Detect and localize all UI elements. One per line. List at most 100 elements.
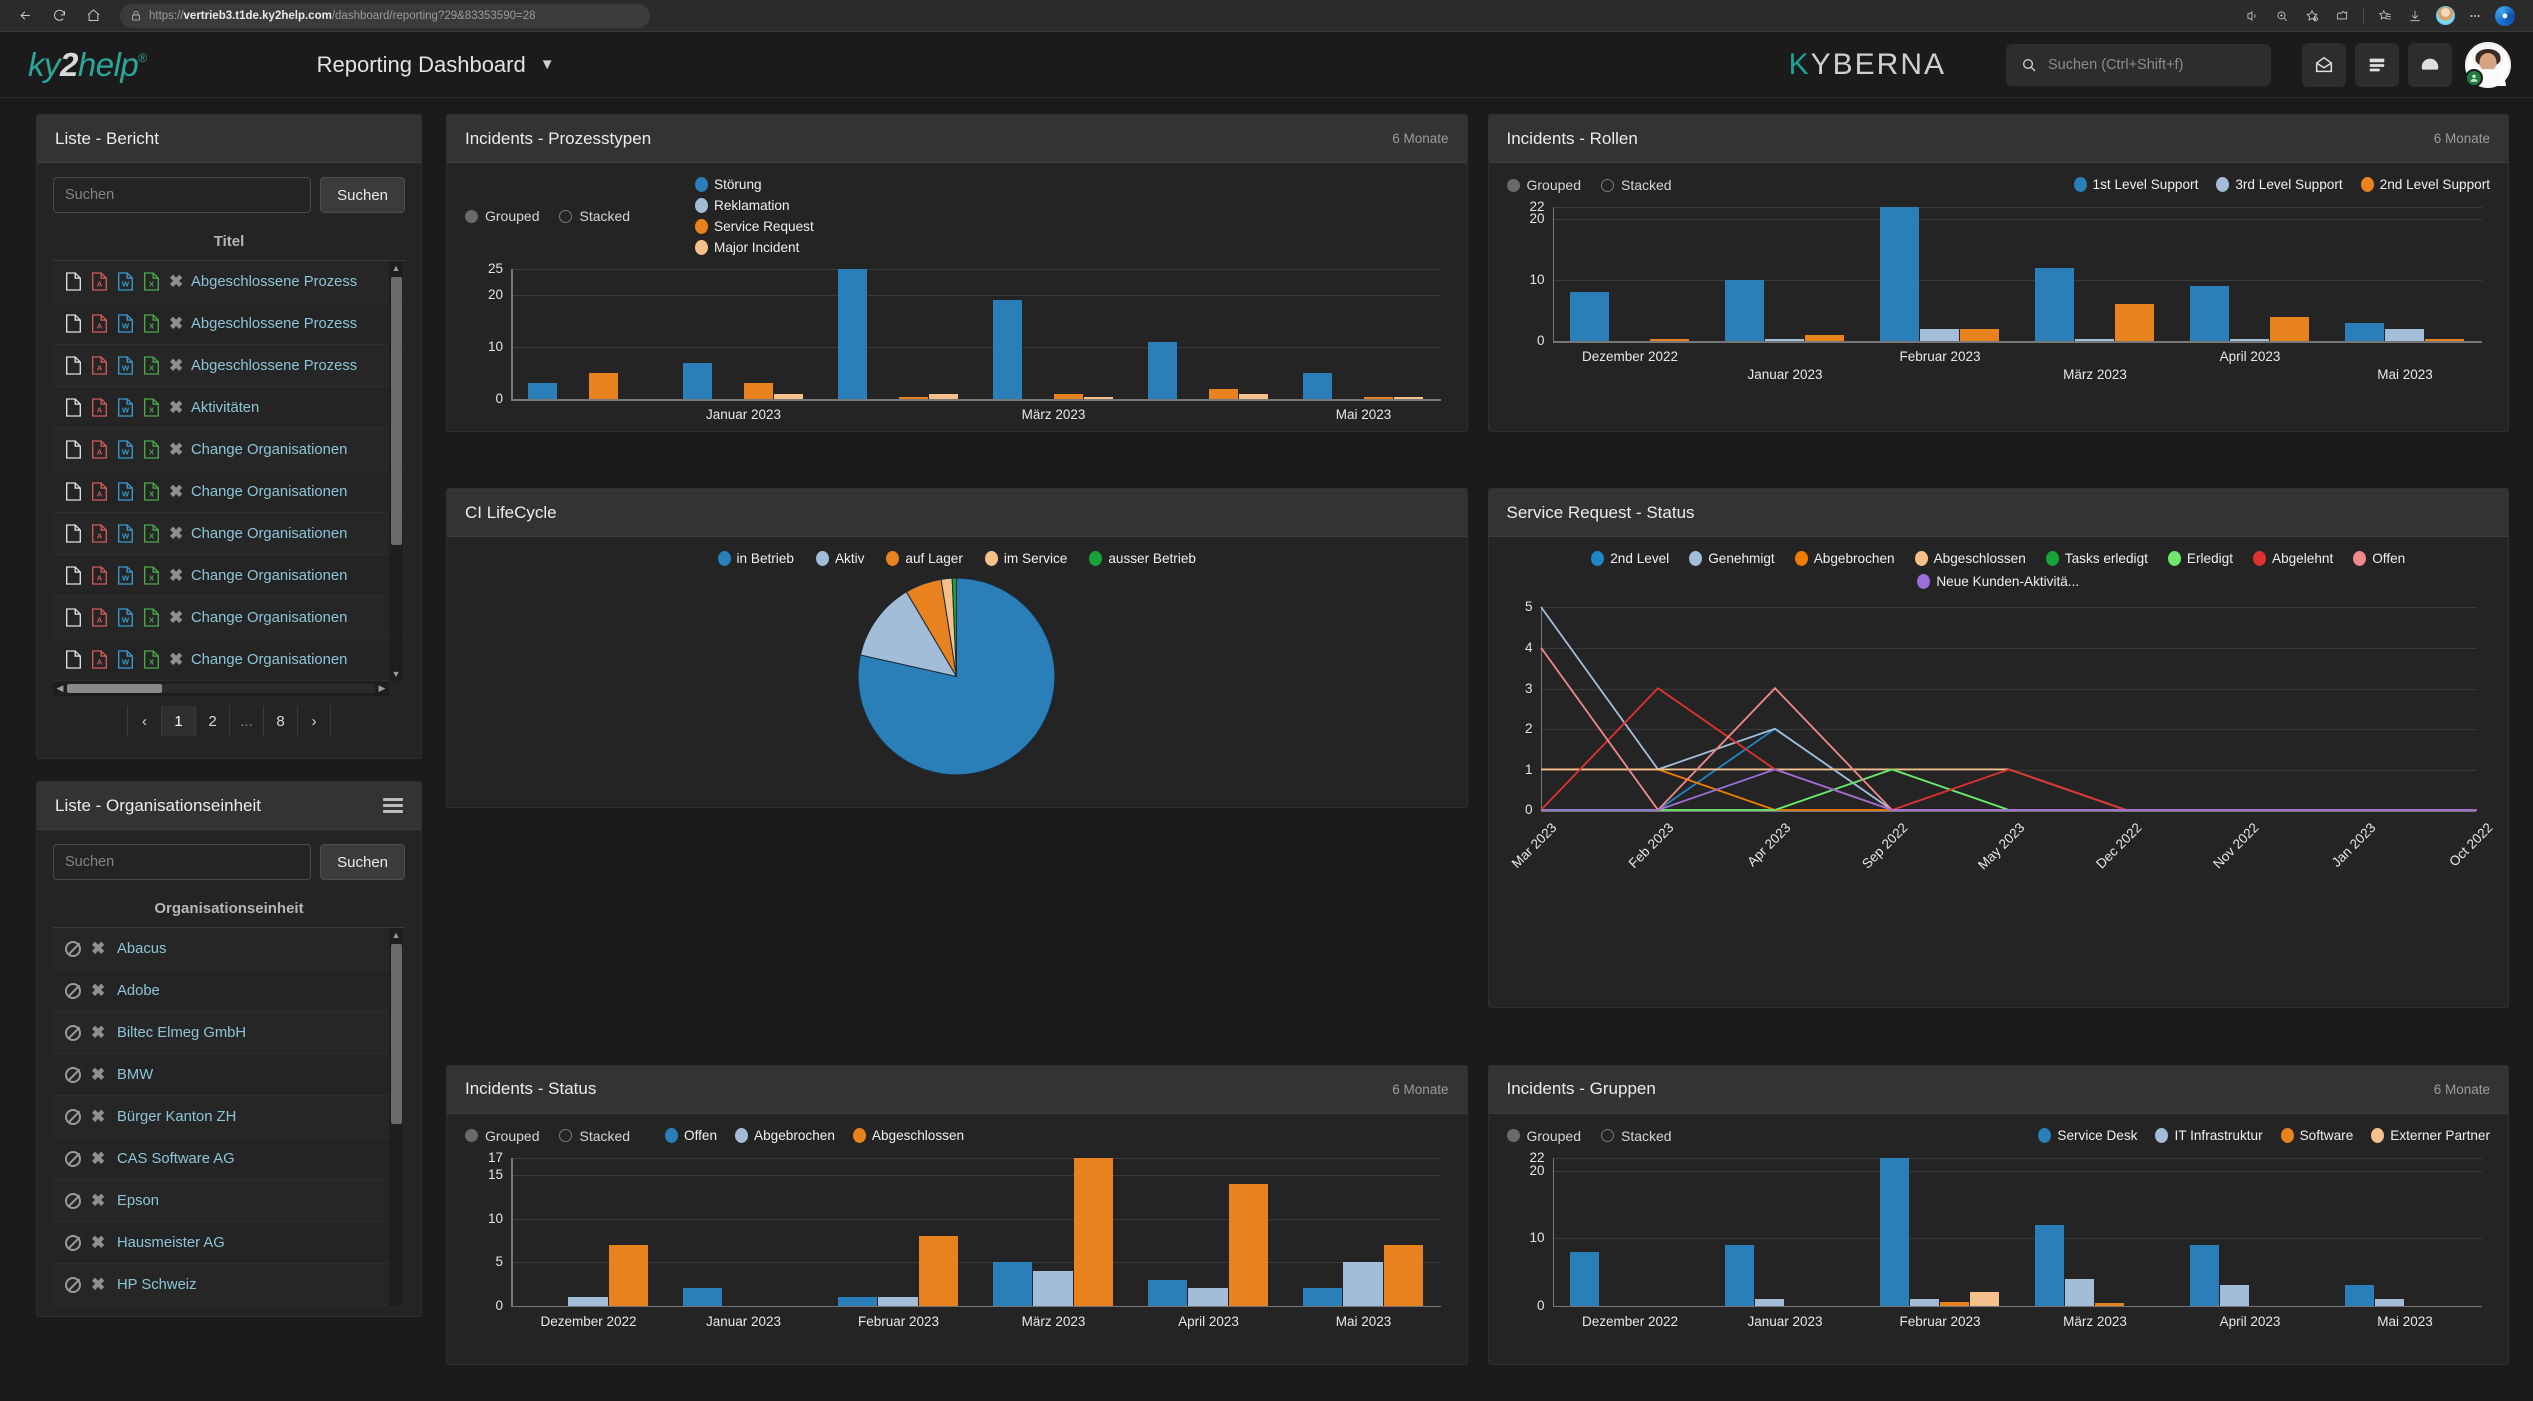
block-icon[interactable] (65, 1235, 81, 1251)
radio-stacked[interactable]: Stacked (559, 1128, 630, 1144)
bar[interactable] (2035, 268, 2074, 341)
word-icon[interactable]: W (117, 440, 134, 459)
lifecycle-pie-chart[interactable] (854, 574, 1059, 779)
bar[interactable] (899, 397, 928, 399)
list-item-label[interactable]: Abacus (117, 941, 166, 957)
block-icon[interactable] (65, 941, 81, 957)
legend-item[interactable]: Offen (2353, 551, 2405, 566)
file-icon[interactable] (65, 566, 82, 585)
list-menu-icon[interactable] (383, 798, 403, 813)
bar[interactable] (2220, 1285, 2249, 1305)
bar[interactable] (1074, 1158, 1113, 1306)
file-icon[interactable] (65, 482, 82, 501)
bar[interactable] (1148, 1280, 1187, 1306)
row-title[interactable]: Change Organisationen (191, 652, 347, 668)
delete-icon[interactable]: ✖ (169, 525, 183, 542)
word-icon[interactable]: W (117, 608, 134, 627)
delete-icon[interactable]: ✖ (169, 315, 183, 332)
bar[interactable] (1960, 329, 1999, 341)
scroll-right-arrow-icon[interactable]: ▶ (375, 683, 389, 694)
bar[interactable] (2065, 1279, 2094, 1306)
block-icon[interactable] (65, 1025, 81, 1041)
list-item[interactable]: ✖ CAS Software AG (53, 1138, 405, 1180)
list-item-label[interactable]: Hausmeister AG (117, 1235, 225, 1251)
block-icon[interactable] (65, 1109, 81, 1125)
excel-icon[interactable]: X (143, 398, 160, 417)
bar[interactable] (929, 394, 958, 399)
line-series[interactable] (1541, 770, 2477, 811)
block-icon[interactable] (65, 983, 81, 999)
legend-item[interactable]: Offen (665, 1128, 717, 1143)
word-icon[interactable]: W (117, 272, 134, 291)
word-icon[interactable]: W (117, 314, 134, 333)
pdf-icon[interactable]: A (91, 272, 108, 291)
bar[interactable] (1880, 1158, 1909, 1306)
downloads-icon[interactable] (2401, 3, 2429, 29)
line-series[interactable] (1541, 770, 2477, 811)
bar[interactable] (2385, 329, 2424, 341)
list-item-label[interactable]: CAS Software AG (117, 1151, 235, 1167)
table-row[interactable]: AWX✖Change Organisationen (53, 597, 405, 639)
mail-icon[interactable] (2302, 43, 2346, 87)
line-series[interactable] (1541, 770, 2477, 811)
table-row[interactable]: AWX✖Change Organisationen (53, 471, 405, 513)
legend-item[interactable]: Major Incident (695, 240, 814, 255)
legend-item[interactable]: Neue Kunden-Aktivitä... (1917, 574, 2079, 589)
scroll-left-arrow-icon[interactable]: ◀ (53, 683, 67, 694)
file-icon[interactable] (65, 440, 82, 459)
word-icon[interactable]: W (117, 566, 134, 585)
block-icon[interactable] (65, 1193, 81, 1209)
bar[interactable] (1725, 1245, 1754, 1306)
list-item-label[interactable]: Adobe (117, 983, 160, 999)
list-item-label[interactable]: HP Schweiz (117, 1277, 197, 1293)
excel-icon[interactable]: X (143, 524, 160, 543)
bar[interactable] (1084, 397, 1113, 399)
file-icon[interactable] (65, 356, 82, 375)
row-title[interactable]: Change Organisationen (191, 442, 347, 458)
bar[interactable] (1384, 1245, 1423, 1306)
line-series[interactable] (1541, 648, 2477, 810)
bar[interactable] (1303, 1288, 1342, 1305)
list-item[interactable]: ✖Abacus (53, 928, 405, 970)
bar[interactable] (993, 300, 1022, 399)
settings-ellipsis-icon[interactable] (2461, 3, 2489, 29)
legend-item[interactable]: Erledigt (2168, 551, 2233, 566)
refresh-icon[interactable] (44, 3, 74, 29)
bar[interactable] (2425, 339, 2464, 341)
legend-item[interactable]: Service Request (695, 219, 814, 234)
bar[interactable] (1970, 1292, 1999, 1305)
bar[interactable] (1570, 292, 1609, 341)
global-search-input[interactable]: Suchen (Ctrl+Shift+f) (2006, 44, 2271, 86)
delete-icon[interactable]: ✖ (169, 399, 183, 416)
row-title[interactable]: Change Organisationen (191, 610, 347, 626)
excel-icon[interactable]: X (143, 608, 160, 627)
bar[interactable] (1725, 280, 1764, 341)
bar[interactable] (919, 1236, 958, 1306)
list-item[interactable]: ✖Epson (53, 1180, 405, 1222)
report-search-button[interactable]: Suchen (320, 177, 405, 213)
bar[interactable] (1805, 335, 1844, 341)
bar[interactable] (589, 373, 618, 399)
delete-icon[interactable]: ✖ (91, 1150, 105, 1167)
bar[interactable] (683, 363, 712, 399)
legend-item[interactable]: Genehmigt (1689, 551, 1775, 566)
delete-icon[interactable]: ✖ (91, 1024, 105, 1041)
legend-item[interactable]: Abgeschlossen (853, 1128, 964, 1143)
bar[interactable] (1033, 1271, 1072, 1306)
table-row[interactable]: AWX✖Change Organisationen (53, 555, 405, 597)
list-item[interactable]: ✖Biltec Elmeg GmbH (53, 1012, 405, 1054)
bar[interactable] (1239, 394, 1268, 399)
radio-stacked[interactable]: Stacked (1601, 1128, 1672, 1144)
bar[interactable] (2095, 1303, 2124, 1306)
bar[interactable] (683, 1288, 722, 1305)
legend-item[interactable]: Reklamation (695, 198, 814, 213)
bar[interactable] (2115, 304, 2154, 341)
bar[interactable] (568, 1297, 607, 1306)
block-icon[interactable] (65, 1277, 81, 1293)
home-icon[interactable] (78, 3, 108, 29)
bar[interactable] (1880, 207, 1919, 341)
bar[interactable] (1303, 373, 1332, 399)
list-item[interactable]: ✖HP Schweiz (53, 1264, 405, 1306)
pdf-icon[interactable]: A (91, 650, 108, 669)
table-row[interactable]: AWX✖Abgeschlossene Prozess (53, 261, 405, 303)
